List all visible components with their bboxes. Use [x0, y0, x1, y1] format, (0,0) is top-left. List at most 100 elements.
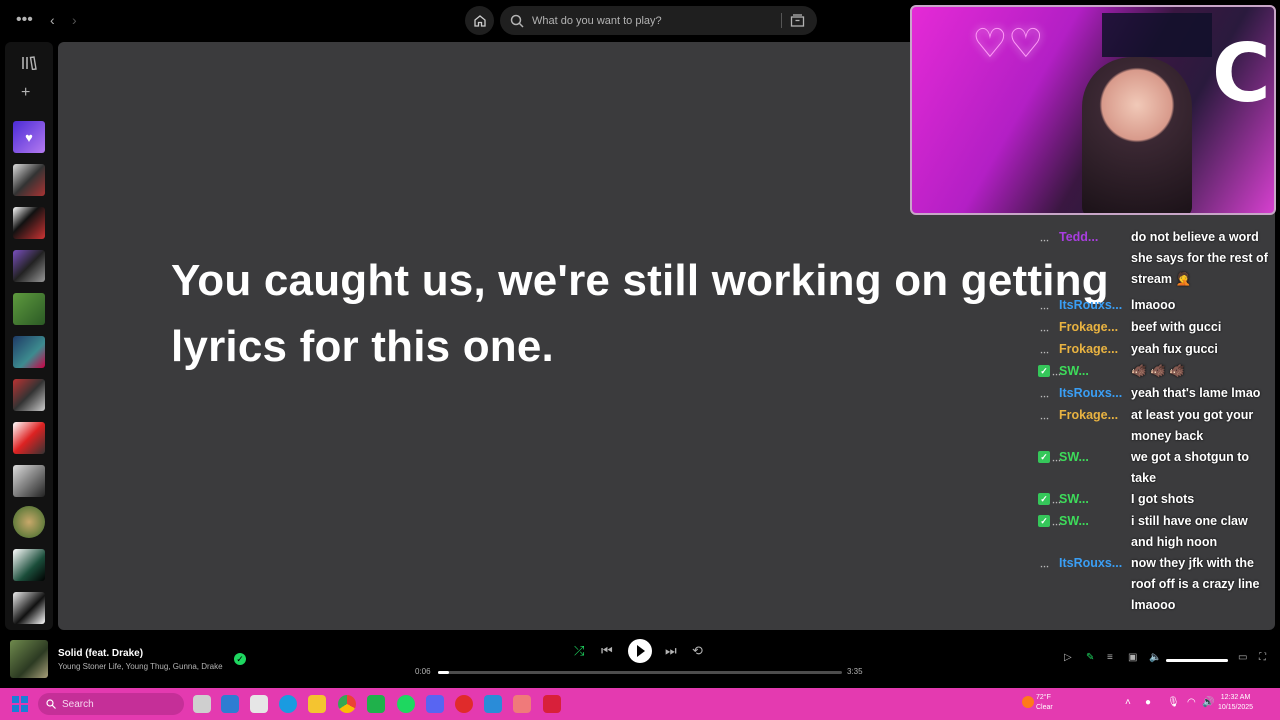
- saved-check-icon[interactable]: ✓: [234, 653, 246, 665]
- miniplayer-icon[interactable]: ▭: [1238, 652, 1247, 663]
- chat-username[interactable]: ItsRouxs...: [1059, 383, 1123, 404]
- spotify-icon[interactable]: [397, 695, 415, 713]
- chat-text: we got a shotgun to take: [1131, 450, 1250, 485]
- chat-badges: ⋯: [1034, 317, 1058, 338]
- chat-username[interactable]: Frokage...: [1059, 405, 1123, 426]
- volume-slider[interactable]: [1166, 659, 1228, 662]
- taskbar-search[interactable]: Search: [38, 693, 184, 715]
- home-icon: [473, 14, 486, 27]
- opera-icon[interactable]: [455, 695, 473, 713]
- fullscreen-icon[interactable]: ⛶: [1259, 652, 1266, 663]
- clock-date: 10/15/2025: [1218, 704, 1254, 711]
- home-button[interactable]: [465, 6, 494, 35]
- chat-text: at least you got your money back: [1131, 408, 1254, 443]
- duration-time: 3:35: [847, 667, 863, 676]
- chat-username[interactable]: SW...: [1059, 447, 1123, 468]
- playlist-thumb[interactable]: [13, 379, 45, 411]
- store-icon[interactable]: [250, 695, 268, 713]
- previous-icon[interactable]: ⏮: [601, 642, 613, 660]
- playlist-thumb[interactable]: [13, 592, 45, 624]
- chat-username[interactable]: SW...: [1059, 511, 1123, 532]
- repeat-icon[interactable]: ⟲: [692, 642, 703, 660]
- play-button[interactable]: [628, 639, 652, 663]
- lyrics-icon[interactable]: ✎: [1086, 652, 1094, 663]
- next-icon[interactable]: ⏭: [665, 642, 677, 660]
- chat-text: 🐗 🐗 🐗: [1131, 364, 1185, 378]
- wifi-icon[interactable]: ◠: [1187, 697, 1196, 708]
- album-art[interactable]: [10, 640, 48, 678]
- chat-username[interactable]: Frokage...: [1059, 317, 1123, 338]
- app-icon[interactable]: [484, 695, 502, 713]
- monitor-image: [1102, 13, 1212, 57]
- progress-fill: [438, 671, 450, 674]
- weather-desc: Clear: [1036, 704, 1053, 711]
- connect-device-icon[interactable]: ▣: [1128, 652, 1137, 663]
- weather-temp: 72°F: [1036, 694, 1051, 701]
- app-icon[interactable]: [367, 695, 385, 713]
- playlist-thumb[interactable]: [13, 465, 45, 497]
- browse-icon[interactable]: [790, 13, 805, 28]
- weather-widget[interactable]: 72°F Clear: [1036, 693, 1053, 713]
- chat-text: now they jfk with the roof off is a craz…: [1131, 556, 1260, 612]
- chat-badges: ⋯: [1034, 383, 1058, 404]
- app-icon[interactable]: [543, 695, 561, 713]
- chat-badge-icon: ⋯: [1040, 325, 1049, 335]
- playlist-thumb[interactable]: [13, 250, 45, 282]
- tray-app-icon[interactable]: ●: [1145, 697, 1151, 708]
- playlist-thumb[interactable]: [13, 207, 45, 239]
- chat-badge-icon: ⋯: [1040, 413, 1049, 423]
- chat-username[interactable]: SW...: [1059, 361, 1123, 382]
- playlist-thumb[interactable]: [13, 164, 45, 196]
- playlist-thumb[interactable]: [13, 336, 45, 368]
- search-input[interactable]: What do you want to play?: [500, 6, 817, 35]
- chevron-right-icon[interactable]: ›: [72, 10, 77, 30]
- chat-badges: ⋯: [1034, 339, 1058, 360]
- chat-username[interactable]: Tedd...: [1059, 227, 1123, 248]
- chat-text: do not believe a word she says for the r…: [1131, 230, 1268, 286]
- chat-username[interactable]: Frokage...: [1059, 339, 1123, 360]
- artist-thumb[interactable]: [13, 506, 45, 538]
- playlist-thumb[interactable]: [13, 422, 45, 454]
- chat-badges: ⋯: [1034, 227, 1058, 248]
- chat-username[interactable]: ItsRouxs...: [1059, 553, 1123, 574]
- search-divider: [781, 13, 782, 28]
- chat-username[interactable]: ItsRouxs...: [1059, 295, 1123, 316]
- shuffle-icon[interactable]: ⤮: [574, 642, 584, 660]
- app-icon[interactable]: [513, 695, 531, 713]
- playlist-thumb[interactable]: [13, 549, 45, 581]
- file-explorer-icon[interactable]: [308, 695, 326, 713]
- edge-icon[interactable]: [279, 695, 297, 713]
- plus-icon[interactable]: +: [21, 84, 30, 102]
- chat-badges: ✓ ⋯: [1034, 361, 1061, 382]
- track-title[interactable]: Solid (feat. Drake): [58, 648, 143, 659]
- streamer-image: [1082, 57, 1192, 213]
- chevron-left-icon[interactable]: ‹: [50, 10, 55, 30]
- app-icon[interactable]: [221, 695, 239, 713]
- neon-sign-image: ♡♡: [972, 21, 1044, 67]
- volume-icon[interactable]: 🔈: [1149, 652, 1161, 663]
- progress-bar[interactable]: [438, 671, 842, 674]
- subscriber-badge-icon: ✓: [1038, 515, 1050, 527]
- library-icon[interactable]: [21, 56, 39, 70]
- taskbar: Search 72°F Clear ˄ ● 🎙 ◠ 🔊 12:32 AM 10/…: [0, 688, 1280, 720]
- clock-time: 12:32 AM: [1220, 694, 1251, 701]
- chat-username[interactable]: SW...: [1059, 489, 1123, 510]
- task-view-icon[interactable]: [193, 695, 211, 713]
- chrome-icon[interactable]: [338, 695, 356, 713]
- chat-badge-icon: ⋯: [1040, 347, 1049, 357]
- microphone-icon[interactable]: 🎙: [1167, 697, 1180, 708]
- chevron-up-icon[interactable]: ˄: [1125, 697, 1131, 708]
- search-icon: [510, 14, 524, 28]
- weather-icon[interactable]: [1022, 696, 1034, 708]
- liked-songs-thumb[interactable]: ♥: [13, 121, 45, 153]
- discord-icon[interactable]: [426, 695, 444, 713]
- speaker-icon[interactable]: 🔊: [1202, 697, 1214, 708]
- playlist-thumb[interactable]: [13, 293, 45, 325]
- now-playing-view-icon[interactable]: ▷: [1064, 652, 1072, 663]
- windows-start-icon[interactable]: [12, 696, 28, 712]
- system-clock[interactable]: 12:32 AM 10/15/2025: [1218, 693, 1253, 713]
- track-artists[interactable]: Young Stoner Life, Young Thug, Gunna, Dr…: [58, 662, 223, 671]
- more-dots-icon[interactable]: •••: [16, 10, 33, 30]
- queue-icon[interactable]: ≡: [1107, 652, 1113, 663]
- chat-badge-icon: ⋯: [1040, 303, 1049, 313]
